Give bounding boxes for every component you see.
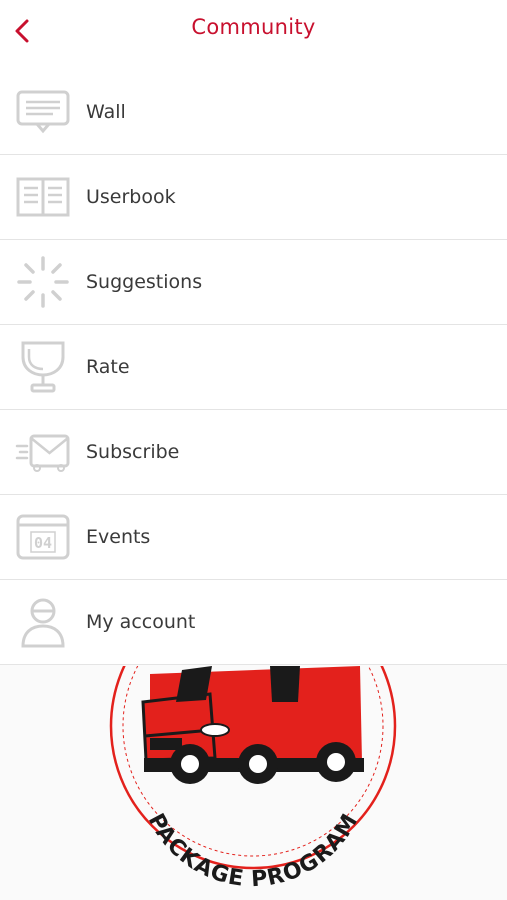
trophy-icon	[14, 339, 72, 395]
svg-text:PACKAGE PROGRAM: PACKAGE PROGRAM	[143, 809, 364, 892]
menu-item-subscribe[interactable]: Subscribe	[0, 410, 507, 495]
menu-item-rate[interactable]: Rate	[0, 325, 507, 410]
menu-item-label: Subscribe	[86, 441, 180, 463]
menu-item-label: My account	[86, 611, 196, 633]
logo-text: PACKAGE PROGRAM	[143, 809, 363, 892]
menu-item-label: Userbook	[86, 186, 176, 208]
app-header: Community	[0, 0, 507, 71]
loading-spinner-icon	[14, 254, 72, 310]
menu-item-events[interactable]: 04 Events	[0, 495, 507, 580]
menu-item-label: Suggestions	[86, 271, 203, 293]
menu-item-suggestions[interactable]: Suggestions	[0, 240, 507, 325]
package-program-logo: PACKAGE PROGRAM	[0, 666, 507, 900]
fast-envelope-icon	[14, 424, 72, 480]
calendar-icon: 04	[14, 509, 72, 565]
user-icon	[14, 594, 72, 650]
menu-item-userbook[interactable]: Userbook	[0, 155, 507, 240]
message-board-icon	[14, 84, 72, 140]
svg-text:04: 04	[34, 534, 52, 552]
menu-item-label: Events	[86, 526, 151, 548]
menu-item-label: Rate	[86, 356, 130, 378]
community-menu: Wall Userbook Suggestions Rate Subscribe…	[0, 70, 507, 665]
delivery-van-icon	[141, 666, 364, 784]
menu-item-my-account[interactable]: My account	[0, 580, 507, 665]
menu-item-wall[interactable]: Wall	[0, 70, 507, 155]
page-title: Community	[191, 15, 316, 39]
open-book-icon	[14, 169, 72, 225]
menu-item-label: Wall	[86, 101, 126, 123]
